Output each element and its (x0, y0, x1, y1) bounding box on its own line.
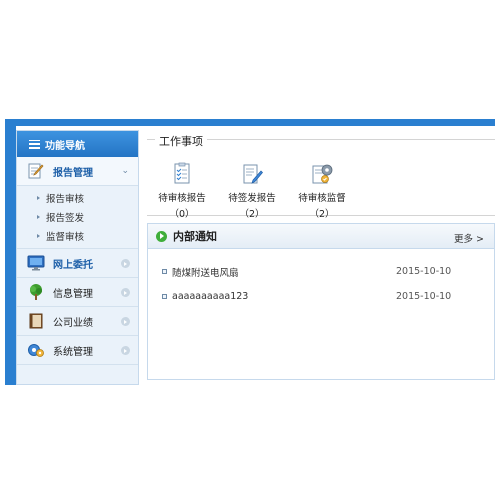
work-item-label: 待审核报告 (158, 193, 206, 204)
document-settings-icon (311, 162, 333, 186)
sidebar-item-label: 公司业绩 (53, 317, 93, 329)
sidebar-header: 功能导航 (17, 131, 138, 157)
bullet-arrow-icon (37, 195, 40, 200)
arrow-right-icon (121, 346, 130, 355)
submenu-item-report-issue[interactable]: 报告签发 (17, 207, 138, 226)
arrow-right-icon (121, 259, 130, 268)
notice-row[interactable]: 随煤附送电风扇 2015-10-10 (148, 259, 494, 284)
sidebar-item-info-management[interactable]: 信息管理 (17, 278, 138, 307)
work-item-pending-issue[interactable]: 待签发报告 （2） (217, 162, 287, 220)
notice-row-date: 2015-10-10 (396, 291, 452, 302)
square-bullet-icon (162, 269, 167, 274)
tree-icon (27, 283, 45, 301)
notice-row-date: 2015-10-10 (396, 266, 452, 277)
checklist-icon (171, 162, 193, 186)
work-item-count: （2） (239, 209, 265, 220)
book-icon (27, 312, 45, 330)
work-item-pending-review[interactable]: 待审核报告 （0） (147, 162, 217, 220)
sidebar-item-label: 报告管理 (53, 167, 93, 179)
gear-icon (27, 341, 45, 359)
square-bullet-icon (162, 294, 167, 299)
work-item-pending-supervision[interactable]: 待审核监督 （2） (287, 162, 357, 220)
arrow-right-icon (121, 288, 130, 297)
bullet-arrow-icon (37, 233, 40, 238)
sidebar-item-company-performance[interactable]: 公司业绩 (17, 307, 138, 336)
sidebar-title: 功能导航 (45, 140, 85, 152)
work-item-label: 待签发报告 (228, 193, 276, 204)
notice-panel: 内部通知 更多 > 随煤附送电风扇 2015-10-10 aaaaaaaaaa1… (147, 223, 495, 380)
notice-row-title: 随煤附送电风扇 (172, 267, 239, 279)
document-pen-icon (241, 162, 263, 186)
sidebar-item-label: 网上委托 (53, 259, 93, 271)
chevron-down-icon: ⌄ (121, 166, 129, 176)
submenu-item-label: 监督审核 (46, 231, 85, 243)
sidebar-item-system-management[interactable]: 系统管理 (17, 336, 138, 365)
app-content: 功能导航 报告管理 ⌄ 报告审核 报告签发 监督审核 网上委托 信息管理 公司业… (16, 126, 495, 385)
submenu: 报告审核 报告签发 监督审核 (17, 186, 138, 249)
submenu-item-supervision-review[interactable]: 监督审核 (17, 226, 138, 245)
submenu-item-label: 报告审核 (46, 193, 85, 205)
work-item-count: （0） (169, 209, 195, 220)
app-frame: 功能导航 报告管理 ⌄ 报告审核 报告签发 监督审核 网上委托 信息管理 公司业… (5, 119, 495, 385)
notice-list: 随煤附送电风扇 2015-10-10 aaaaaaaaaa123 2015-10… (148, 249, 494, 309)
work-item-label: 待审核监督 (298, 193, 346, 204)
sidebar-item-label: 系统管理 (53, 346, 93, 358)
work-items-title: 工作事项 (155, 133, 207, 149)
sidebar-item-label: 信息管理 (53, 288, 93, 300)
notice-title: 内部通知 (173, 230, 217, 243)
notice-row[interactable]: aaaaaaaaaa123 2015-10-10 (148, 284, 494, 309)
submenu-item-report-review[interactable]: 报告审核 (17, 188, 138, 207)
play-circle-icon (156, 230, 167, 242)
sidebar-item-report-management[interactable]: 报告管理 ⌄ (17, 157, 138, 186)
notice-header: 内部通知 更多 > (148, 224, 494, 249)
edit-document-icon (27, 162, 45, 180)
submenu-item-label: 报告签发 (46, 212, 85, 224)
work-items-list: 待审核报告 （0） 待签发报告 （2） 待审核监督 （2） (147, 162, 357, 220)
notice-row-title: aaaaaaaaaa123 (172, 291, 249, 302)
sidebar: 功能导航 报告管理 ⌄ 报告审核 报告签发 监督审核 网上委托 信息管理 公司业… (16, 130, 139, 385)
work-item-count: （2） (309, 209, 335, 220)
more-link[interactable]: 更多 > (454, 231, 484, 245)
bullet-arrow-icon (37, 214, 40, 219)
monitor-icon (27, 254, 45, 272)
sidebar-item-online-commission[interactable]: 网上委托 (17, 249, 138, 278)
arrow-right-icon (121, 317, 130, 326)
list-icon (29, 139, 40, 149)
work-items-panel: 工作事项 待审核报告 （0） 待签发报告 （2） 待审核监督 （2） (147, 133, 495, 220)
